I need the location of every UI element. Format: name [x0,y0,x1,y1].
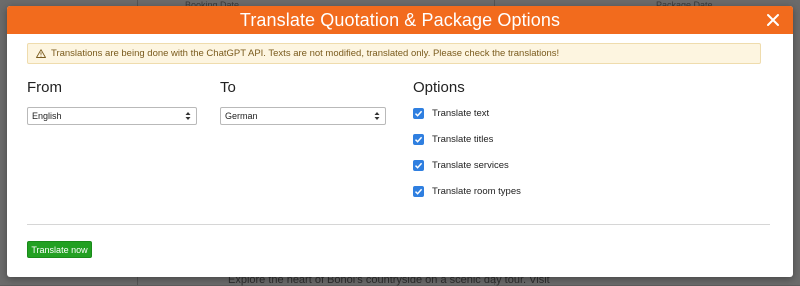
translate-now-button[interactable]: Translate now [27,241,92,258]
option-label: Translate titles [432,134,494,145]
close-button[interactable] [763,10,783,30]
translate-text-checkbox[interactable] [413,108,424,119]
to-heading: To [220,79,236,96]
to-language-value: German [225,111,258,121]
check-icon [414,110,423,117]
check-icon [414,136,423,143]
from-language-select[interactable]: English [27,107,197,125]
footer-divider [27,224,770,225]
translate-services-checkbox[interactable] [413,160,424,171]
options-heading: Options [413,79,465,96]
close-icon [767,14,779,26]
check-icon [414,162,423,169]
option-label: Translate services [432,160,509,171]
select-arrows-icon [374,112,380,120]
option-label: Translate text [432,108,490,119]
option-translate-text[interactable]: Translate text [413,108,489,119]
option-translate-titles[interactable]: Translate titles [413,134,493,145]
select-arrows-icon [185,112,191,120]
option-translate-services[interactable]: Translate services [413,160,509,171]
translate-dialog: Translate Quotation & Package Options Tr… [7,6,793,277]
translate-titles-checkbox[interactable] [413,134,424,145]
warning-text: Translations are being done with the Cha… [51,48,560,59]
to-language-select[interactable]: German [220,107,386,125]
option-label: Translate room types [432,186,521,197]
check-icon [414,188,423,195]
dialog-title: Translate Quotation & Package Options [239,9,561,30]
dialog-header: Translate Quotation & Package Options [7,6,793,34]
translate-room-types-checkbox[interactable] [413,186,424,197]
from-language-value: English [32,111,62,121]
warning-banner: Translations are being done with the Cha… [27,43,761,64]
from-heading: From [27,79,62,96]
warning-icon [36,49,46,58]
option-translate-room-types[interactable]: Translate room types [413,186,521,197]
